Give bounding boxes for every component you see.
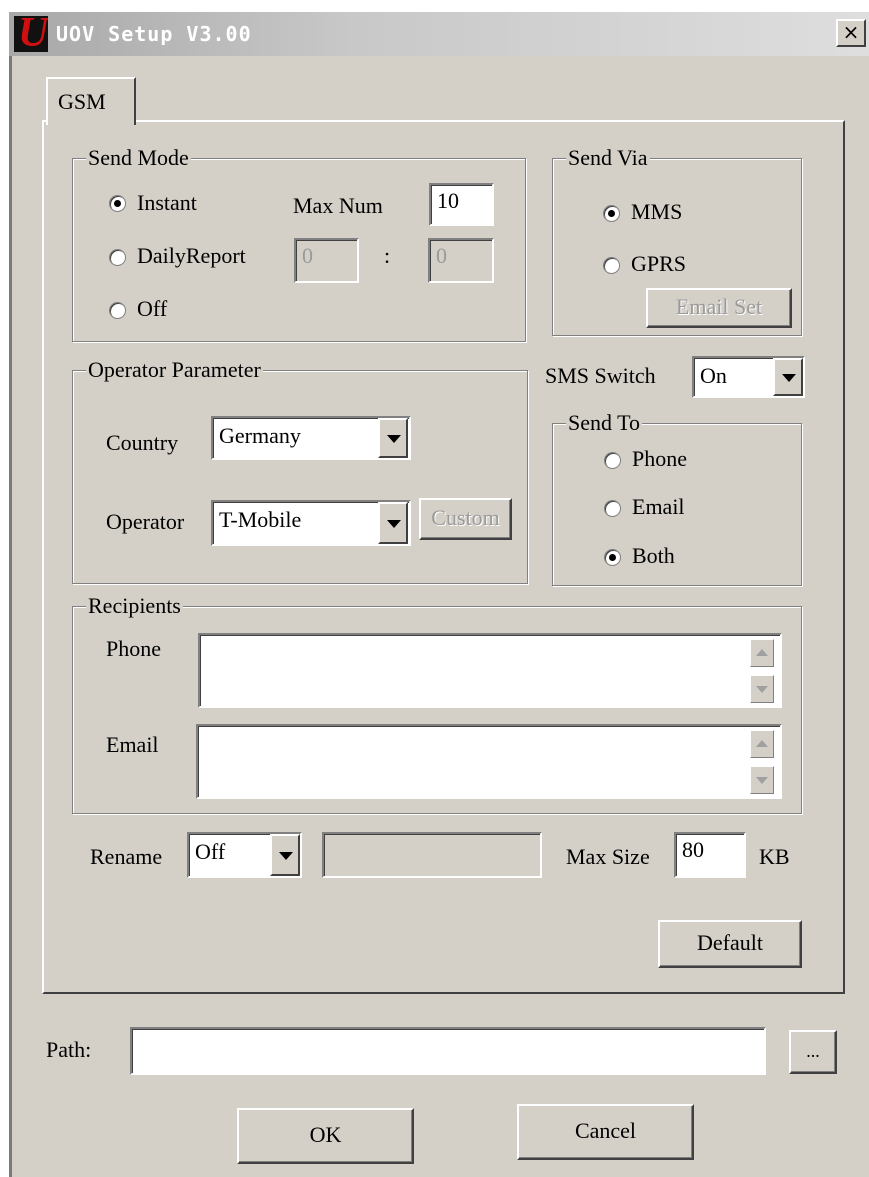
path-label: Path: xyxy=(46,1037,92,1062)
radio-gprs[interactable] xyxy=(603,257,620,274)
radio-instant-label: Instant xyxy=(137,190,197,215)
radio-phone[interactable] xyxy=(604,452,621,469)
operator-dropdown-icon[interactable] xyxy=(378,502,408,544)
tab-gsm[interactable]: GSM xyxy=(46,77,136,125)
radio-email-label: Email xyxy=(632,494,685,519)
rename-label: Rename xyxy=(90,844,163,869)
daily-minute-input[interactable]: 0 xyxy=(428,238,494,283)
recipients-legend: Recipients xyxy=(86,593,183,618)
country-value: Germany xyxy=(219,423,301,448)
send-via-legend: Send Via xyxy=(566,145,650,170)
sms-switch-value: On xyxy=(700,363,727,388)
max-size-unit: KB xyxy=(759,844,790,869)
daily-hour-input[interactable]: 0 xyxy=(294,238,359,283)
email-scroll-down-icon[interactable] xyxy=(750,766,774,794)
phone-scroll-down-icon[interactable] xyxy=(750,675,774,703)
close-button[interactable]: × xyxy=(836,19,866,47)
radio-both[interactable] xyxy=(604,549,621,566)
max-size-label: Max Size xyxy=(566,844,650,869)
ok-button[interactable]: OK xyxy=(237,1108,414,1164)
radio-mms[interactable] xyxy=(603,205,620,222)
app-logo-icon: U xyxy=(14,16,48,52)
max-size-input[interactable]: 80 xyxy=(674,832,746,878)
country-label: Country xyxy=(106,430,179,455)
path-input[interactable] xyxy=(130,1027,766,1075)
radio-instant[interactable] xyxy=(109,195,126,212)
email-textarea[interactable] xyxy=(196,724,782,799)
send-to-legend: Send To xyxy=(566,410,643,435)
sms-switch-dropdown-icon[interactable] xyxy=(773,358,803,396)
radio-mms-label: MMS xyxy=(631,199,683,224)
send-mode-legend: Send Mode xyxy=(86,145,191,170)
radio-gprs-label: GPRS xyxy=(631,251,687,276)
radio-phone-label: Phone xyxy=(632,446,687,471)
phone-textarea[interactable] xyxy=(198,633,782,708)
radio-dailyreport[interactable] xyxy=(109,249,126,266)
max-num-input[interactable]: 10 xyxy=(429,183,494,226)
max-num-label: Max Num xyxy=(293,193,383,218)
email-scroll-up-icon[interactable] xyxy=(750,730,774,758)
operator-value: T-Mobile xyxy=(219,507,302,532)
custom-button[interactable]: Custom xyxy=(419,498,512,540)
email-set-button[interactable]: Email Set xyxy=(646,288,792,328)
default-button[interactable]: Default xyxy=(658,920,802,968)
sms-switch-label: SMS Switch xyxy=(545,363,656,388)
time-separator: : xyxy=(384,243,391,268)
browse-button[interactable]: ... xyxy=(789,1030,837,1074)
window-left-edge xyxy=(9,12,12,1177)
radio-off-label: Off xyxy=(137,296,168,321)
rename-dropdown-icon[interactable] xyxy=(270,834,300,876)
operator-group xyxy=(72,370,528,584)
radio-dailyreport-label: DailyReport xyxy=(137,243,246,268)
country-dropdown-icon[interactable] xyxy=(378,418,408,458)
radio-email[interactable] xyxy=(604,500,621,517)
phone-label: Phone xyxy=(106,636,161,661)
window-title: UOV Setup V3.00 xyxy=(56,22,252,46)
operator-legend: Operator Parameter xyxy=(86,357,263,382)
operator-label: Operator xyxy=(106,509,185,534)
rename-value: Off xyxy=(195,839,226,864)
radio-off[interactable] xyxy=(109,302,126,319)
radio-both-label: Both xyxy=(632,543,675,568)
cancel-button[interactable]: Cancel xyxy=(517,1104,694,1160)
email-label: Email xyxy=(106,732,159,757)
rename-text-input[interactable] xyxy=(322,832,542,878)
phone-scroll-up-icon[interactable] xyxy=(750,639,774,667)
